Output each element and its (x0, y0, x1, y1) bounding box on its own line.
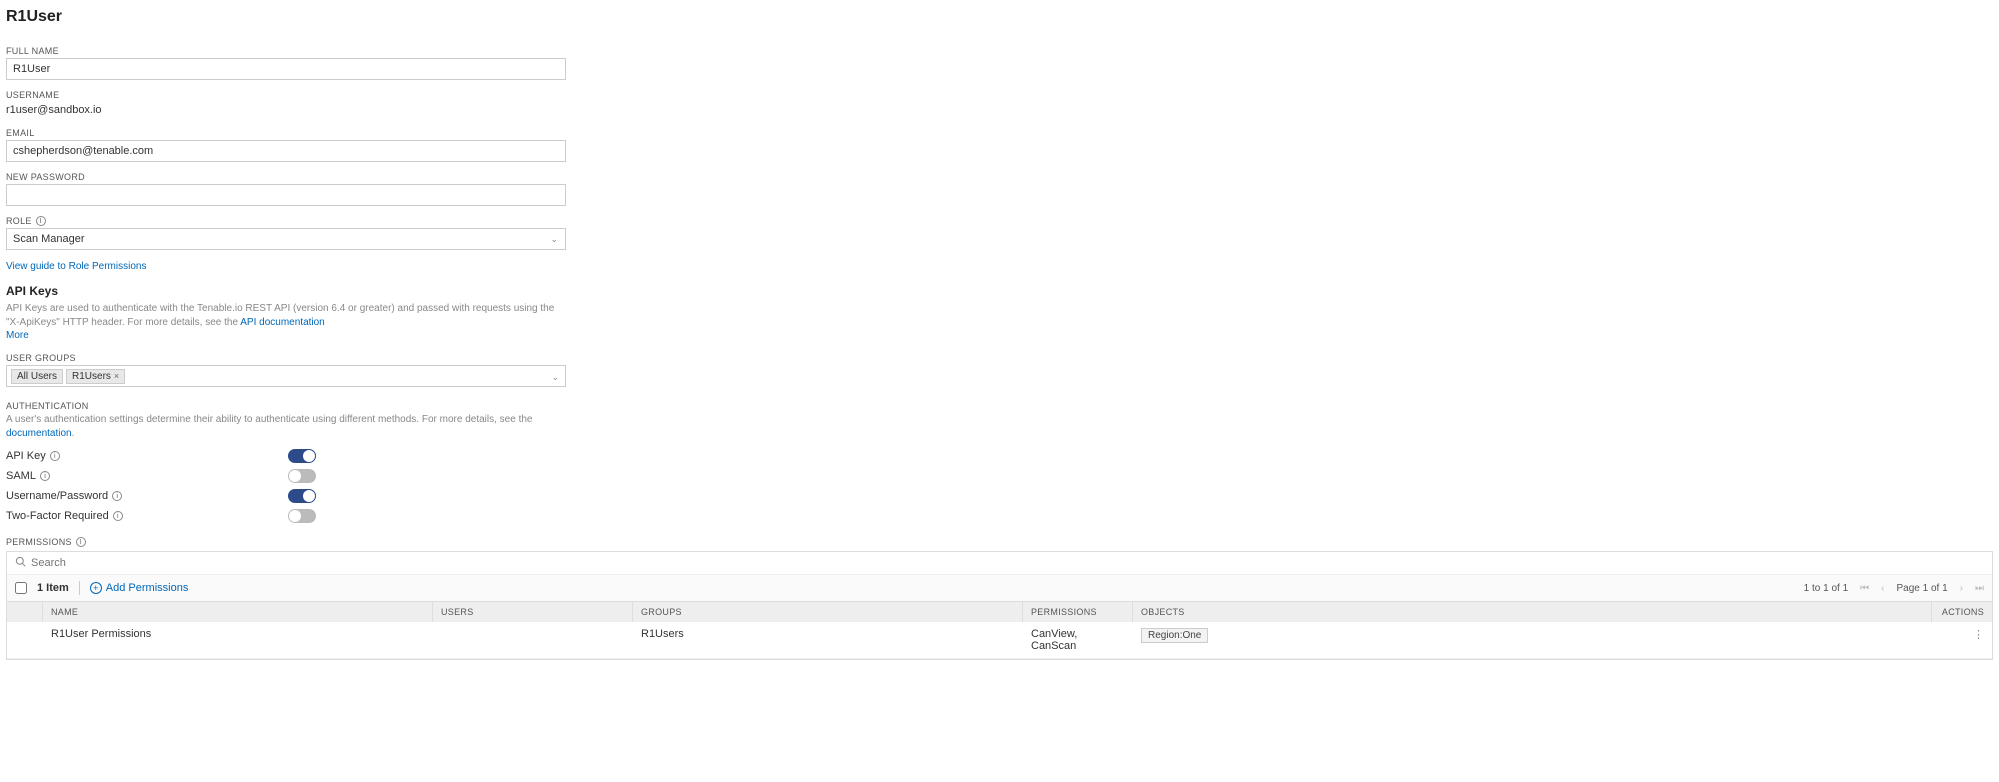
api-keys-description: API Keys are used to authenticate with t… (6, 302, 566, 330)
next-page-button[interactable]: › (1960, 583, 1963, 594)
permissions-search-row (7, 552, 1992, 575)
new-password-input[interactable] (6, 184, 566, 206)
select-all-checkbox[interactable] (15, 582, 27, 594)
user-group-chip: R1Users× (66, 369, 125, 384)
more-link[interactable]: More (6, 330, 566, 341)
email-label: EMAIL (6, 128, 566, 138)
cell-name: R1User Permissions (43, 622, 433, 658)
cell-groups: R1Users (633, 622, 1023, 658)
api-doc-link[interactable]: API documentation (240, 317, 325, 328)
permissions-toolbar: 1 Item + Add Permissions 1 to 1 of 1 ⏮ ‹… (7, 575, 1992, 602)
auth-row-label-text: Username/Password (6, 490, 108, 502)
authentication-description: A user's authentication settings determi… (6, 413, 566, 441)
add-permissions-button[interactable]: + Add Permissions (90, 582, 189, 594)
auth-row-label: SAML i (6, 470, 288, 482)
permissions-table-header: NAME USERS GROUPS PERMISSIONS OBJECTS AC… (7, 602, 1992, 622)
info-icon[interactable]: i (50, 451, 60, 461)
role-label: ROLE i (6, 216, 566, 226)
divider (79, 581, 80, 595)
pager: 1 to 1 of 1 ⏮ ‹ Page 1 of 1 › ⏭ (1804, 583, 1984, 594)
info-icon[interactable]: i (112, 491, 122, 501)
user-group-chip: All Users (11, 369, 63, 384)
info-icon[interactable]: i (76, 537, 86, 547)
user-groups-input[interactable]: All Users R1Users× ⌄ (6, 365, 566, 387)
auth-row-label: Two-Factor Required i (6, 510, 288, 522)
auth-row: SAML i (6, 469, 316, 483)
col-objects[interactable]: OBJECTS (1133, 602, 1932, 622)
auth-toggle[interactable] (288, 509, 316, 523)
info-icon[interactable]: i (113, 511, 123, 521)
permissions-section: PERMISSIONS i 1 Item + Add Permissions 1… (6, 537, 1993, 660)
info-icon[interactable]: i (40, 471, 50, 481)
auth-desc-suffix: . (72, 428, 75, 439)
auth-row: Username/Password i (6, 489, 316, 503)
search-icon (15, 556, 26, 570)
cell-permissions: CanView, CanScan (1023, 622, 1133, 658)
auth-row-label: API Key i (6, 450, 288, 462)
last-page-button[interactable]: ⏭ (1975, 583, 1984, 594)
col-groups[interactable]: GROUPS (633, 602, 1023, 622)
auth-desc-text: A user's authentication settings determi… (6, 414, 532, 425)
auth-row-label: Username/Password i (6, 490, 288, 502)
chip-label: All Users (17, 371, 57, 382)
authentication-label: AUTHENTICATION (6, 401, 566, 411)
page-text: Page 1 of 1 (1897, 583, 1948, 594)
toggle-knob (303, 490, 315, 502)
full-name-input[interactable] (6, 58, 566, 80)
table-row[interactable]: R1User Permissions R1UsersCanView, CanSca… (7, 622, 1992, 659)
auth-toggle[interactable] (288, 489, 316, 503)
api-keys-heading: API Keys (6, 284, 566, 298)
auth-row-label-text: API Key (6, 450, 46, 462)
permissions-box: 1 Item + Add Permissions 1 to 1 of 1 ⏮ ‹… (6, 551, 1993, 660)
username-value: r1user@sandbox.io (6, 102, 566, 118)
auth-row: Two-Factor Required i (6, 509, 316, 523)
plus-icon: + (90, 582, 102, 594)
cell-objects: Region:One (1133, 622, 1932, 658)
item-count: 1 Item (37, 582, 69, 594)
col-permissions[interactable]: PERMISSIONS (1023, 602, 1133, 622)
first-page-button[interactable]: ⏮ (1860, 583, 1869, 594)
info-icon[interactable]: i (36, 216, 46, 226)
user-groups-label: USER GROUPS (6, 353, 566, 363)
chip-remove-icon[interactable]: × (114, 371, 119, 381)
full-name-label: FULL NAME (6, 46, 566, 56)
role-permissions-guide-link[interactable]: View guide to Role Permissions (6, 261, 146, 272)
auth-row-label-text: SAML (6, 470, 36, 482)
permissions-label: PERMISSIONS i (6, 537, 1993, 547)
auth-toggle[interactable] (288, 469, 316, 483)
auth-doc-link[interactable]: documentation (6, 428, 72, 439)
page-title: R1User (6, 8, 1993, 26)
range-text: 1 to 1 of 1 (1804, 583, 1848, 594)
toggle-knob (289, 510, 301, 522)
chip-label: R1Users (72, 371, 111, 382)
col-actions: ACTIONS (1932, 602, 1992, 622)
permissions-label-text: PERMISSIONS (6, 537, 72, 547)
new-password-label: NEW PASSWORD (6, 172, 566, 182)
role-label-text: ROLE (6, 216, 32, 226)
form-area: FULL NAME USERNAME r1user@sandbox.io EMA… (6, 46, 566, 523)
role-select[interactable] (6, 228, 566, 250)
auth-row: API Key i (6, 449, 316, 463)
auth-row-label-text: Two-Factor Required (6, 510, 109, 522)
cell-users (433, 622, 633, 658)
username-label: USERNAME (6, 90, 566, 100)
email-input[interactable] (6, 140, 566, 162)
col-users[interactable]: USERS (433, 602, 633, 622)
permissions-search-input[interactable] (31, 557, 1984, 569)
chevron-down-icon: ⌄ (551, 372, 559, 383)
auth-toggle[interactable] (288, 449, 316, 463)
object-chip: Region:One (1141, 628, 1208, 643)
prev-page-button[interactable]: ‹ (1881, 583, 1884, 594)
row-actions-button[interactable]: ⋮ (1932, 622, 1992, 658)
add-permissions-label: Add Permissions (106, 582, 189, 594)
col-name[interactable]: NAME (43, 602, 433, 622)
toggle-knob (289, 470, 301, 482)
toggle-knob (303, 450, 315, 462)
